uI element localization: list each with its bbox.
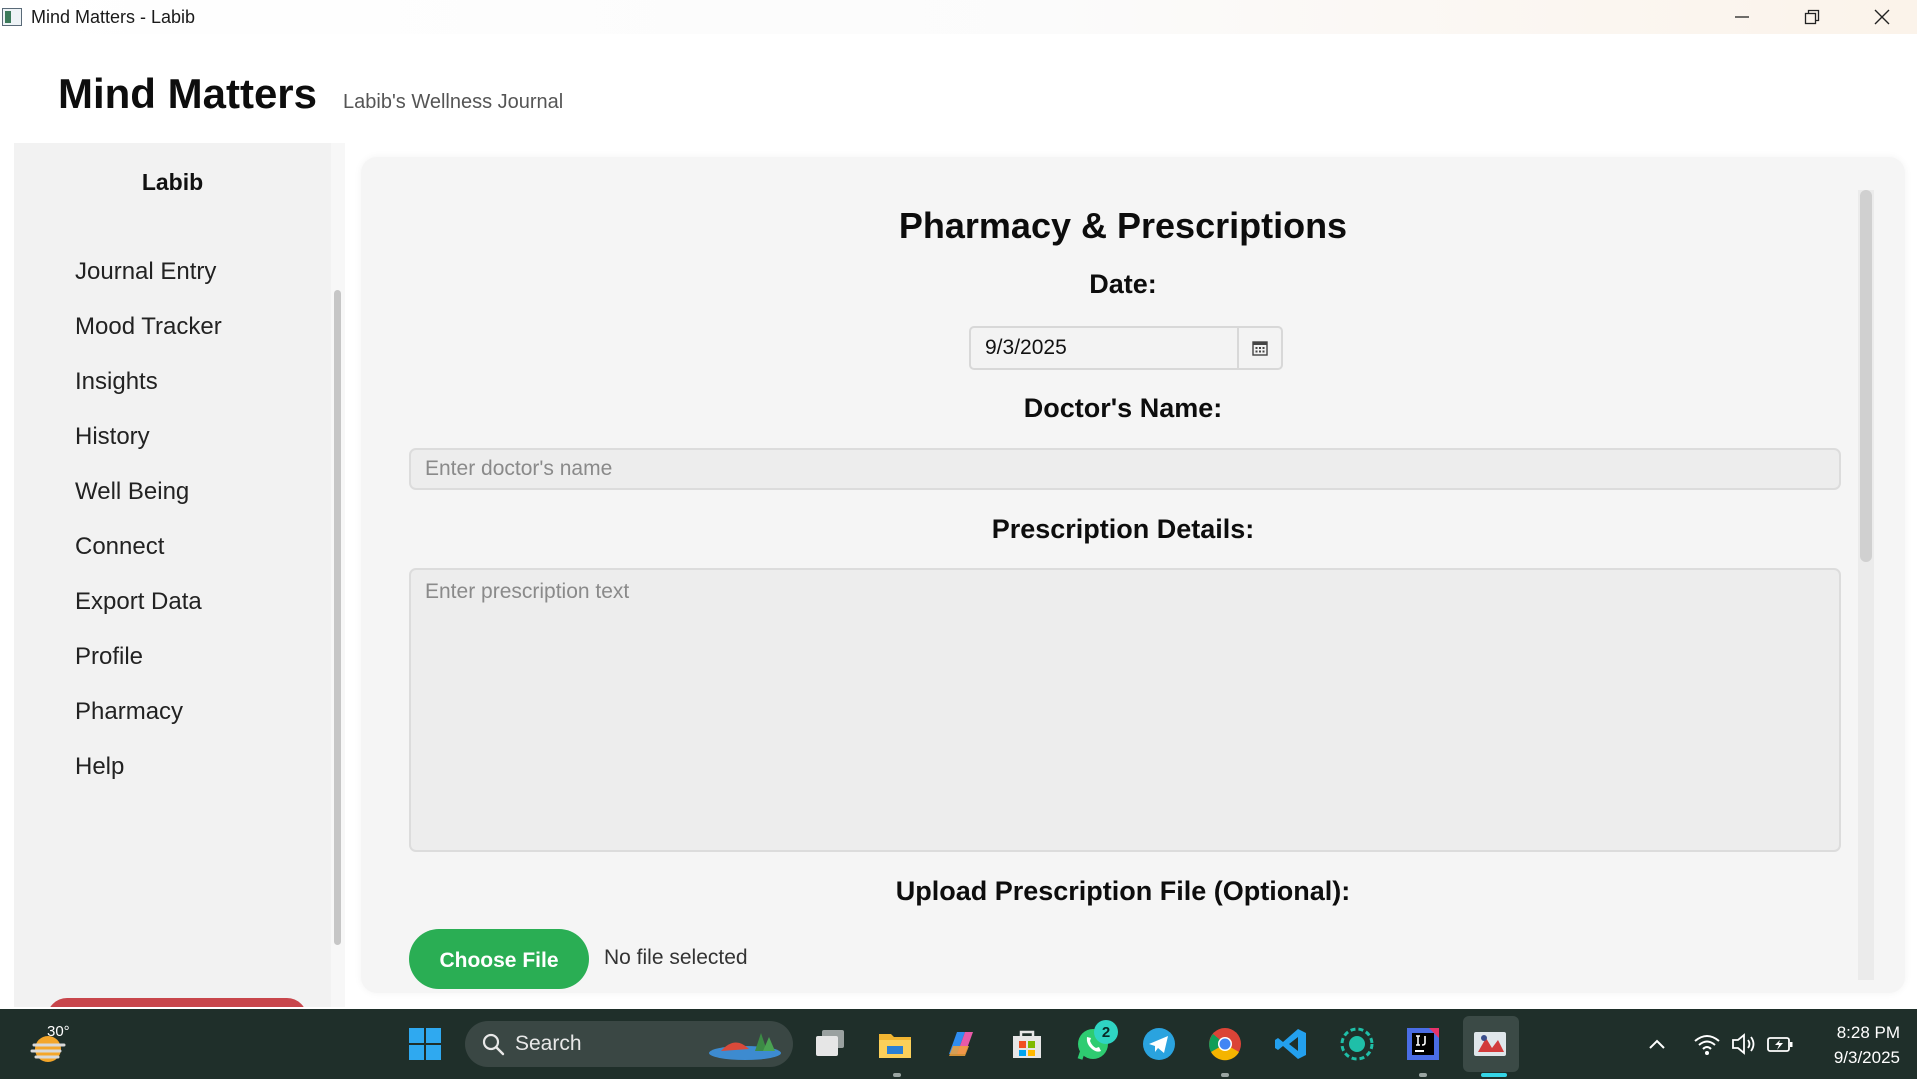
close-button[interactable] <box>1847 0 1917 34</box>
choose-file-button[interactable]: Choose File <box>409 929 589 989</box>
search-label: Search <box>515 1032 582 1055</box>
sidebar-item-help[interactable]: Help <box>14 729 331 804</box>
running-indicator <box>1221 1073 1229 1077</box>
file-status-text: No file selected <box>604 946 748 969</box>
sidebar-username: Labib <box>141 169 204 195</box>
chrome-icon[interactable] <box>1207 1026 1243 1062</box>
intellij-icon[interactable] <box>1405 1026 1441 1062</box>
whatsapp-badge: 2 <box>1094 1020 1118 1044</box>
doctor-name-input[interactable] <box>409 448 1841 490</box>
upload-file-label: Upload Prescription File (Optional): <box>895 876 1351 906</box>
telegram-icon[interactable] <box>1141 1026 1177 1062</box>
screen-recorder-icon[interactable] <box>1339 1026 1375 1062</box>
pharmacy-form-card: Pharmacy & Prescriptions Date: 9/3/2025 … <box>361 157 1905 993</box>
running-indicator <box>893 1073 901 1077</box>
close-icon <box>1874 9 1890 25</box>
calendar-button[interactable] <box>1237 328 1281 368</box>
search-icon <box>482 1033 505 1056</box>
sidebar-nav: Journal Entry Mood Tracker Insights Hist… <box>14 234 331 804</box>
window-controls <box>1707 0 1917 34</box>
java-app-icon[interactable] <box>1472 1026 1508 1062</box>
active-indicator <box>1481 1073 1507 1077</box>
copilot-icon[interactable] <box>943 1026 979 1062</box>
doctor-name-label: Doctor's Name: <box>1023 393 1223 423</box>
form-scrollbar-thumb[interactable] <box>1860 190 1872 562</box>
volume-icon[interactable] <box>1730 1030 1758 1058</box>
app-header: Mind Matters Labib's Wellness Journal <box>58 70 563 118</box>
sidebar: Labib Journal Entry Mood Tracker Insight… <box>14 143 331 1007</box>
windows-start-icon[interactable] <box>407 1026 443 1062</box>
microsoft-store-icon[interactable] <box>1009 1026 1045 1062</box>
logout-button[interactable] <box>47 998 307 1007</box>
brand-tagline: Labib's Wellness Journal <box>343 91 564 113</box>
file-explorer-icon[interactable] <box>877 1026 913 1062</box>
calendar-icon <box>1252 341 1268 356</box>
prescription-details-textarea[interactable] <box>409 568 1841 852</box>
date-input[interactable]: 9/3/2025 <box>971 328 1237 368</box>
minimize-icon <box>1735 16 1749 18</box>
chevron-up-icon[interactable] <box>1645 1032 1669 1056</box>
taskbar-clock[interactable]: 8:28 PM 9/3/2025 <box>1800 1020 1900 1070</box>
sidebar-scrollbar-thumb[interactable] <box>334 290 341 945</box>
vscode-icon[interactable] <box>1273 1026 1309 1062</box>
wifi-icon[interactable] <box>1693 1030 1721 1058</box>
restore-icon <box>1804 9 1820 25</box>
app-icon <box>2 8 22 26</box>
clock-date: 9/3/2025 <box>1833 1048 1900 1067</box>
taskbar-search[interactable]: Search <box>465 1021 793 1067</box>
task-view-icon[interactable] <box>812 1026 848 1062</box>
window-title: Mind Matters - Labib <box>31 6 196 27</box>
brand-title: Mind Matters <box>58 70 318 117</box>
battery-icon[interactable] <box>1766 1030 1794 1058</box>
window-titlebar: Mind Matters - Labib <box>0 0 1917 34</box>
restore-button[interactable] <box>1777 0 1847 34</box>
prescription-details-label: Prescription Details: <box>991 514 1255 544</box>
taskbar: 30° Search 2 8:28 PM 9/3/2025 <box>0 1009 1917 1079</box>
search-highlight-illustration-icon <box>709 1033 781 1060</box>
date-picker[interactable]: 9/3/2025 <box>969 326 1283 370</box>
weather-temperature: 30° <box>47 1023 70 1040</box>
clock-time: 8:28 PM <box>1836 1023 1900 1042</box>
page-title: Pharmacy & Prescriptions <box>898 205 1348 246</box>
minimize-button[interactable] <box>1707 0 1777 34</box>
date-label: Date: <box>1089 269 1157 299</box>
running-indicator <box>1419 1073 1427 1077</box>
